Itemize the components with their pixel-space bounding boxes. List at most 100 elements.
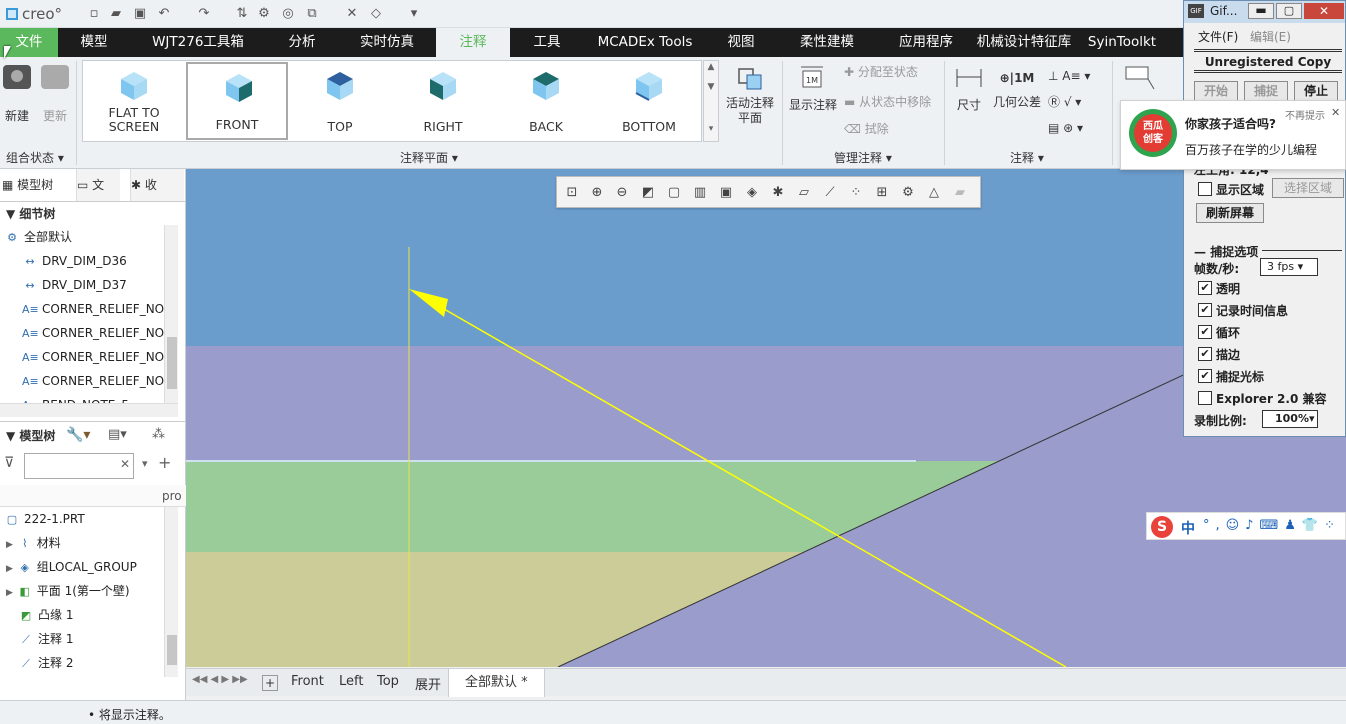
ad-notification[interactable]: 西瓜 创客 你家孩子适合吗? 百万孩子在学的少儿编程 不再提示 ✕ bbox=[1120, 100, 1346, 170]
expand-icon[interactable]: ▶ bbox=[6, 564, 13, 574]
tab-flat[interactable]: 展开 bbox=[415, 674, 441, 693]
zoom-in-icon[interactable]: ⊕ bbox=[588, 184, 606, 202]
symbol-icon[interactable]: ▤ ⊛ ▾ bbox=[1048, 115, 1108, 141]
point-display-icon[interactable]: ⁘ bbox=[847, 184, 865, 202]
loop-checkbox[interactable]: ✔ bbox=[1198, 325, 1212, 339]
fps-select[interactable]: 3 fps ▾ bbox=[1260, 258, 1318, 276]
gif-title-bar[interactable]: GIF Gif... ▬ ▢ ✕ bbox=[1184, 1, 1345, 23]
view-manager-icon[interactable]: ▣ bbox=[717, 184, 735, 202]
tab-annotate[interactable]: 注释 bbox=[436, 28, 510, 57]
new-state-button[interactable]: 新建 bbox=[2, 65, 32, 125]
capture-cursor-checkbox[interactable]: ✔ bbox=[1198, 369, 1212, 383]
tab-view[interactable]: 视图 bbox=[716, 28, 766, 57]
dismiss-link[interactable]: 不再提示 bbox=[1285, 107, 1325, 122]
plane-right[interactable]: RIGHT bbox=[392, 62, 494, 140]
axis-display-icon[interactable]: ⟋ bbox=[821, 184, 839, 202]
csys-display-icon[interactable]: ⊞ bbox=[873, 184, 891, 202]
datum-display-icon[interactable]: ✱ bbox=[769, 184, 787, 202]
transparent-checkbox[interactable]: ✔ bbox=[1198, 281, 1212, 295]
display-style-icon[interactable]: ▢ bbox=[665, 184, 683, 202]
settings-icon[interactable]: ⚙ bbox=[256, 6, 272, 22]
model-tree-header[interactable]: ▼ 模型树 bbox=[6, 425, 55, 447]
minimize-button[interactable]: ▬ bbox=[1248, 3, 1274, 19]
tab-favorites[interactable]: ✱ 收 bbox=[130, 169, 184, 201]
chevron-down-icon[interactable]: ▼ bbox=[704, 81, 718, 93]
geometric-tolerance-button[interactable]: ⊕|1M 几何公差 bbox=[992, 63, 1042, 133]
tab-front[interactable]: Front bbox=[291, 674, 324, 689]
expand-icon[interactable]: ▶ bbox=[6, 540, 13, 550]
repaint-icon[interactable]: ◩ bbox=[639, 184, 657, 202]
scrollbar-thumb[interactable] bbox=[167, 337, 177, 389]
outline-checkbox[interactable]: ✔ bbox=[1198, 347, 1212, 361]
open-icon[interactable]: ▰ bbox=[108, 6, 124, 22]
select-region-button[interactable]: 选择区域 bbox=[1272, 178, 1344, 198]
filter-icon[interactable]: ⊽ bbox=[4, 455, 14, 471]
list-item[interactable]: ▶ ◧ 平面 1(第一个壁) bbox=[6, 579, 130, 603]
close-window-icon[interactable]: ✕ bbox=[344, 6, 360, 22]
ime-tools-icon[interactable]: °,☺♪⌨♟👕⁘ bbox=[1203, 518, 1341, 533]
tab-flexible-modeling[interactable]: 柔性建模 bbox=[788, 28, 866, 57]
plane-display-icon[interactable]: ▱ bbox=[795, 184, 813, 202]
tab-model[interactable]: 模型 bbox=[68, 28, 120, 57]
show-icon[interactable]: ▤▾ bbox=[108, 427, 127, 442]
target-icon[interactable]: ◎ bbox=[280, 6, 296, 22]
list-item[interactable]: ▢ 222-1.PRT bbox=[4, 507, 85, 531]
saved-views-icon[interactable]: ▥ bbox=[691, 184, 709, 202]
plane-flat-to-screen[interactable]: FLAT TO SCREEN bbox=[83, 62, 185, 140]
erase-button[interactable]: ⌫ 拭除 bbox=[844, 120, 889, 137]
tab-left[interactable]: Left bbox=[339, 674, 363, 689]
tools-icon[interactable]: 🔧▾ bbox=[66, 427, 90, 443]
tab-top[interactable]: Top bbox=[377, 674, 399, 689]
perspective-icon[interactable]: ◈ bbox=[743, 184, 761, 202]
assign-to-state-button[interactable]: ✚ 分配至状态 bbox=[844, 63, 918, 80]
start-button[interactable]: 开始 bbox=[1194, 81, 1238, 101]
list-item[interactable]: A≡ CORNER_RELIEF_NO bbox=[22, 297, 164, 321]
show-region-checkbox[interactable] bbox=[1198, 182, 1212, 196]
regenerate-icon[interactable]: ⇅ bbox=[234, 6, 250, 22]
display-style-icon[interactable]: ◇ bbox=[368, 6, 384, 22]
close-button[interactable]: ✕ bbox=[1304, 3, 1344, 19]
save-icon[interactable]: ▣ bbox=[132, 6, 148, 22]
tab-wjt276-toolbox[interactable]: WJT276工具箱 bbox=[140, 28, 256, 57]
list-item[interactable]: A≡ CORNER_RELIEF_NO bbox=[22, 369, 164, 393]
settings-tree-icon[interactable]: ⁂ bbox=[152, 427, 165, 442]
manage-annotations-group-label[interactable]: 管理注释 ▾ bbox=[834, 149, 892, 166]
list-item[interactable]: A≡ CORNER_RELIEF_NO bbox=[22, 345, 164, 369]
gallery-scrollbar[interactable]: ▲ ▼ ▾ bbox=[703, 60, 719, 142]
annotations-group-label[interactable]: 注释 ▾ bbox=[1010, 149, 1044, 166]
refresh-screen-button[interactable]: 刷新屏幕 bbox=[1196, 203, 1264, 223]
ime-mode[interactable]: 中 bbox=[1181, 518, 1195, 538]
menu-file[interactable]: 文件(F) bbox=[1198, 28, 1238, 45]
tab-mechanical-feature-library[interactable]: 机械设计特征库 bbox=[972, 28, 1076, 57]
tab-folder-browser[interactable]: ▭ 文 bbox=[76, 169, 120, 201]
windows-icon[interactable]: ⧉ bbox=[304, 6, 320, 22]
graphics-area[interactable] bbox=[186, 169, 1346, 667]
list-item[interactable]: ▶ ◈ 组LOCAL_GROUP bbox=[6, 555, 137, 579]
plane-bottom[interactable]: BOTTOM bbox=[598, 62, 700, 140]
tab-analysis[interactable]: 分析 bbox=[276, 28, 328, 57]
redo-icon[interactable]: ↷ bbox=[196, 6, 212, 22]
close-icon[interactable]: ✕ bbox=[1331, 106, 1340, 119]
tab-all-default[interactable]: 全部默认 * bbox=[448, 669, 545, 697]
explorer-compat-checkbox[interactable] bbox=[1198, 391, 1212, 405]
menu-edit[interactable]: 编辑(E) bbox=[1250, 28, 1291, 45]
zoom-fit-icon[interactable]: ⊡ bbox=[563, 184, 581, 202]
update-state-button[interactable]: 更新 bbox=[40, 65, 70, 125]
note-button[interactable] bbox=[1120, 63, 1160, 96]
more-icon[interactable]: ▾ bbox=[406, 6, 422, 22]
stop-button[interactable]: 停止 bbox=[1294, 81, 1338, 101]
tab-tools[interactable]: 工具 bbox=[522, 28, 572, 57]
new-icon[interactable]: ▫ bbox=[86, 6, 102, 22]
model-view[interactable] bbox=[186, 169, 1346, 667]
chevron-up-icon[interactable]: ▲ bbox=[704, 61, 718, 73]
tab-syintoolkt[interactable]: SyinToolkt bbox=[1082, 28, 1162, 57]
show-annotations-button[interactable]: 1M 显示注释 bbox=[788, 63, 838, 133]
plane-top[interactable]: TOP bbox=[289, 62, 391, 140]
capture-button[interactable]: 捕捉 bbox=[1244, 81, 1288, 101]
annotation-small-tools[interactable]: ⊥ A≡ ▾ Ⓡ √ ▾ ▤ ⊛ ▾ bbox=[1048, 63, 1108, 141]
tab-mcadex-tools[interactable]: MCADEx Tools bbox=[586, 28, 704, 57]
clear-search-icon[interactable]: ✕ bbox=[120, 457, 130, 471]
maximize-button[interactable]: ▢ bbox=[1276, 3, 1302, 19]
dimension-button[interactable]: 尺寸 bbox=[950, 63, 988, 133]
combined-state-group-label[interactable]: 组合状态 ▾ bbox=[6, 149, 64, 166]
